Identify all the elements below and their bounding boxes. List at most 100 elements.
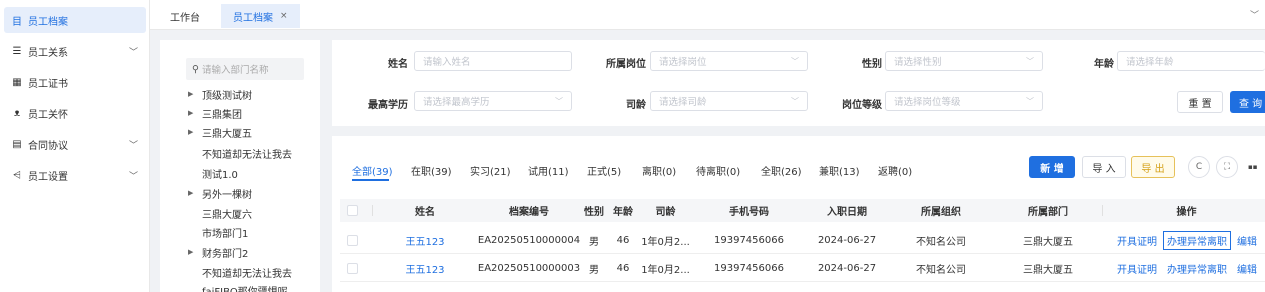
tenure-label: 司龄 [626, 100, 646, 111]
tab-fulltime[interactable]: 全职(26) [761, 163, 802, 178]
name-input[interactable]: 请输入姓名 [414, 51, 572, 71]
fullscreen-icon[interactable]: ⛶ [1216, 156, 1238, 178]
column-settings-icon[interactable]: ▪▪ [1244, 156, 1265, 178]
tree-node[interactable]: ▶ 顶级测试树 [188, 85, 252, 103]
tab-intern[interactable]: 实习(21) [470, 163, 511, 178]
tree-node[interactable]: ▶ 三鼎集团 [188, 104, 242, 122]
header-actions: 操作 [1176, 207, 1197, 218]
phone: 19397456066 [714, 234, 784, 246]
tree-node[interactable]: 测试1.0 [188, 164, 238, 182]
tree-node[interactable]: 市场部门1 [188, 223, 248, 241]
select-all-checkbox[interactable] [346, 205, 358, 216]
tree-node-label: faiFIBO那你疆惧呢 [202, 286, 288, 292]
tab-bar: 工作台 员工档案 × ﹀ [150, 0, 1265, 30]
tree-node-label: 不知道却无法让我去 [202, 268, 292, 280]
edit-link[interactable]: 编辑 [1237, 261, 1257, 276]
row-checkbox-cell[interactable] [340, 254, 364, 282]
edit-link[interactable]: 编辑 [1237, 233, 1257, 248]
filter-panel: 姓名 请输入姓名 所属岗位 请选择岗位 ﹀ 性别 请选择性别 ﹀ 年龄 请选择年龄 … [332, 40, 1265, 126]
tree-node[interactable]: 不知道却无法让我去 [188, 144, 292, 162]
sidebar-item-employee-certificates[interactable]: ▦ 员工证书 [4, 69, 146, 95]
tab-active[interactable]: 在职(39) [411, 163, 452, 178]
header-tenure: 司龄 [655, 207, 676, 218]
caret-right-icon[interactable]: ▶ [188, 189, 202, 197]
name-label: 姓名 [388, 59, 408, 70]
caret-right-icon[interactable]: ▶ [188, 248, 202, 256]
header-file-no: 档案编号 [509, 207, 549, 218]
search-placeholder: 请输入部门名称 [201, 65, 269, 76]
issue-certificate-link[interactable]: 开具证明 [1117, 261, 1157, 276]
row-checkbox[interactable] [346, 262, 358, 274]
sidebar-item-employee-settings[interactable]: ⩤ 员工设置 ﹀ [4, 162, 146, 188]
employee-name-link[interactable]: 王五123 [373, 254, 477, 282]
age-select[interactable]: 请选择年龄 [1117, 51, 1265, 71]
refresh-icon[interactable]: C [1188, 156, 1210, 178]
tree-node-label: 财务部门2 [202, 248, 249, 260]
age-label: 年龄 [1094, 59, 1114, 70]
sidebar-item-employee-relations[interactable]: ☰ 员工关系 ﹀ [4, 38, 146, 64]
gender: 男 [589, 264, 599, 276]
position-select[interactable]: 请选择岗位 ﹀ [650, 51, 808, 71]
reset-button[interactable]: 重 置 [1177, 91, 1223, 113]
tab-employee-files[interactable]: 员工档案 × [221, 4, 300, 28]
phone: 19397456066 [714, 262, 784, 274]
chevron-down-icon: ﹀ [128, 140, 138, 151]
sidebar-item-contracts[interactable]: ▤ 合同协议 ﹀ [4, 131, 146, 157]
select-all-checkbox-cell[interactable] [340, 199, 364, 222]
caret-right-icon[interactable]: ▶ [188, 90, 202, 98]
row-checkbox[interactable] [346, 234, 358, 246]
tree-node[interactable]: faiFIBO那你疆惧呢 [188, 281, 288, 292]
gender-label: 性别 [862, 59, 882, 70]
department-search-input[interactable]: ⚲ 请输入部门名称 [186, 58, 304, 80]
import-button[interactable]: 导 入 [1082, 156, 1126, 178]
search-button[interactable]: 查 询 [1230, 91, 1265, 113]
tab-probation[interactable]: 试用(11) [528, 163, 569, 178]
tab-all[interactable]: 全部(39) [352, 163, 393, 178]
caret-right-icon[interactable]: ▶ [188, 128, 202, 136]
tenure-select[interactable]: 请选择司龄 ﹀ [650, 91, 808, 111]
tree-node[interactable]: ▶ 另外一棵树 [188, 184, 252, 202]
header-name: 姓名 [415, 207, 435, 218]
abnormal-resign-link[interactable]: 办理异常离职 [1167, 261, 1227, 276]
tree-node[interactable]: ▶ 三鼎大厦五 [188, 123, 252, 141]
age: 46 [616, 234, 630, 246]
position-level-select[interactable]: 请选择岗位等级 ﹀ [885, 91, 1043, 111]
file-no: EA20250510000003 [477, 262, 581, 274]
tab-rehired[interactable]: 返聘(0) [878, 163, 912, 178]
sidebar-item-label: 员工证书 [28, 78, 68, 90]
tree-node[interactable]: ▶ 财务部门2 [188, 243, 248, 261]
tab-workbench[interactable]: 工作台 [158, 4, 212, 28]
tab-parttime[interactable]: 兼职(13) [819, 163, 860, 178]
sidebar-item-employee-files[interactable]: 目 员工档案 [4, 7, 146, 33]
dept: 三鼎大厦五 [1023, 236, 1073, 248]
search-icon: ⚲ [192, 63, 199, 75]
chevron-down-icon: ﹀ [128, 171, 138, 182]
tab-resigned[interactable]: 离职(0) [642, 163, 676, 178]
issue-certificate-link[interactable]: 开具证明 [1117, 233, 1157, 248]
tab-label: 工作台 [170, 12, 200, 24]
row-checkbox-cell[interactable] [340, 226, 364, 254]
table-row: 王五123 EA20250510000003 男 46 1年0月2... 193… [340, 254, 1265, 282]
file-no: EA20250510000004 [477, 234, 581, 246]
header-age: 年龄 [613, 207, 633, 218]
close-icon[interactable]: × [280, 11, 288, 21]
sidebar-item-employee-care[interactable]: ᴥ 员工关怀 [4, 100, 146, 126]
caret-right-icon[interactable]: ▶ [188, 109, 202, 117]
sidebar-item-label: 员工关系 [28, 47, 68, 59]
add-button[interactable]: 新 增 [1029, 156, 1075, 178]
header-org: 所属组织 [921, 207, 961, 218]
chevron-down-icon: ﹀ [128, 47, 138, 58]
education-select[interactable]: 请选择最高学历 ﹀ [414, 91, 572, 111]
tree-node[interactable]: 不知道却无法让我去 [188, 263, 292, 281]
tab-pending-resign[interactable]: 待离职(0) [696, 163, 740, 178]
chevron-down-icon[interactable]: ﹀ [1250, 8, 1259, 21]
export-button[interactable]: 导 出 [1131, 156, 1175, 178]
abnormal-resign-link[interactable]: 办理异常离职 [1163, 230, 1231, 250]
care-icon: ᴥ [13, 107, 21, 119]
tab-regular[interactable]: 正式(5) [587, 163, 621, 178]
tree-node[interactable]: 三鼎大厦六 [188, 204, 252, 222]
chevron-down-icon: ﹀ [791, 96, 799, 106]
gender-select[interactable]: 请选择性别 ﹀ [885, 51, 1043, 71]
employee-name-link[interactable]: 王五123 [373, 226, 477, 254]
department-tree: ⚲ 请输入部门名称 ▶ 顶级测试树 ▶ 三鼎集团 ▶ 三鼎大厦五 不知道却无法让我去 … [160, 40, 320, 292]
